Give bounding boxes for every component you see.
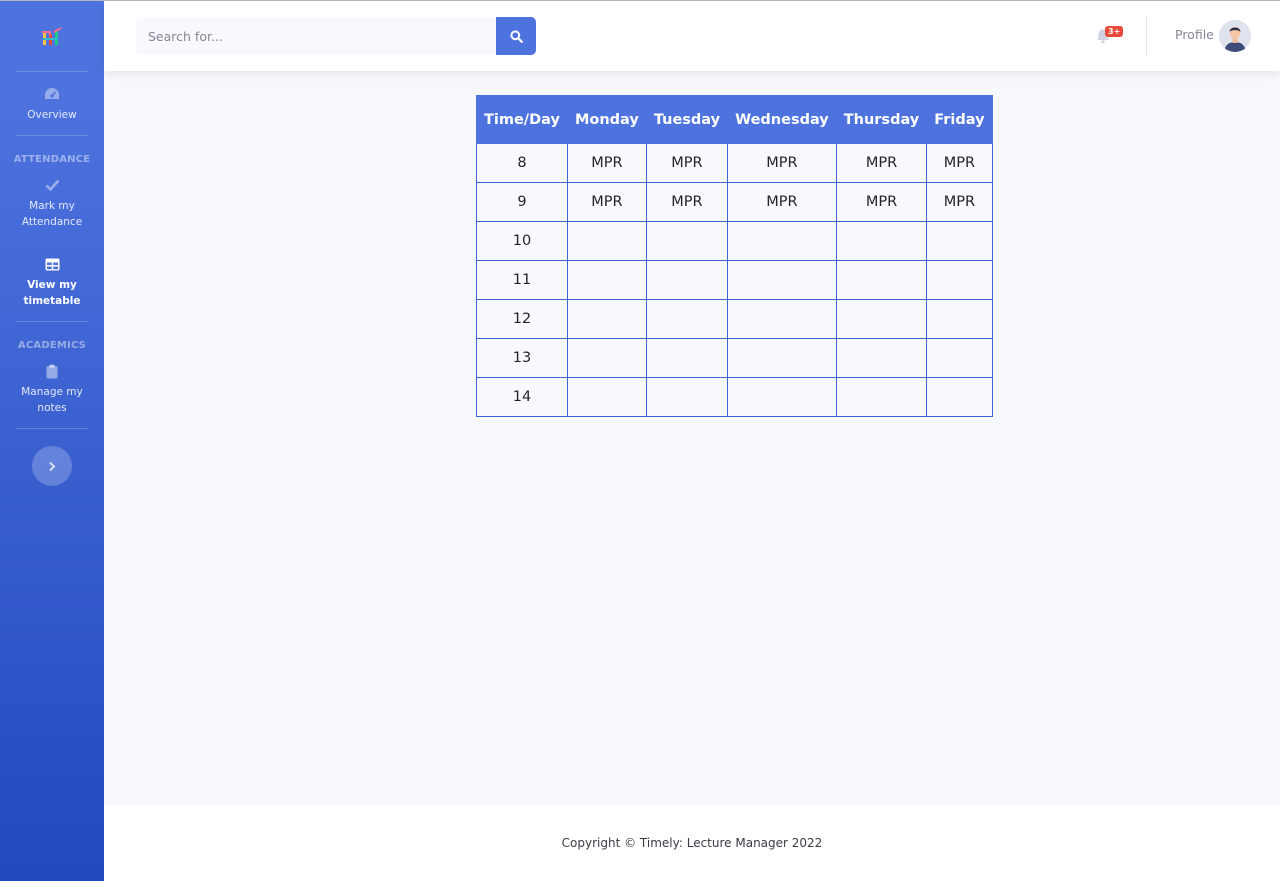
clipboard-icon (44, 363, 60, 379)
table-row: 11 (476, 260, 993, 300)
column-header-monday: Monday (566, 95, 647, 144)
time-cell: 11 (476, 260, 568, 300)
table-cell (835, 221, 928, 261)
window-top-border (0, 0, 1280, 1)
table-cell (727, 377, 837, 417)
table-cell (645, 260, 729, 300)
sidebar-item-label: View my timetable (23, 279, 81, 307)
time-cell: 9 (476, 182, 568, 222)
table-cell (835, 377, 928, 417)
sidebar-heading-attendance: ATTENDANCE (13, 154, 91, 165)
table-icon (44, 256, 60, 272)
topbar-divider (1146, 16, 1147, 56)
timetable-header-row: Time/Day Monday Tuesday Wednesday Thursd… (476, 95, 993, 144)
table-cell (566, 299, 647, 339)
table-cell (835, 338, 928, 378)
table-cell (926, 377, 993, 417)
column-header-tuesday: Tuesday (645, 95, 729, 144)
table-cell: MPR (926, 143, 993, 183)
column-header-wednesday: Wednesday (727, 95, 837, 144)
check-icon (44, 177, 60, 193)
column-header-friday: Friday (926, 95, 993, 144)
sidebar-toggle-button[interactable] (32, 446, 72, 486)
table-row: 14 (476, 377, 993, 417)
time-cell: 8 (476, 143, 568, 183)
table-cell (835, 299, 928, 339)
avatar[interactable] (1219, 20, 1251, 52)
footer: Copyright © Timely: Lecture Manager 2022 (104, 805, 1280, 881)
time-cell: 13 (476, 338, 568, 378)
table-cell (727, 221, 837, 261)
sidebar-item-overview[interactable]: Overview (0, 72, 104, 135)
search-icon (509, 29, 523, 43)
table-row: 13 (476, 338, 993, 378)
brand-logo[interactable] (0, 0, 104, 71)
table-cell (645, 377, 729, 417)
table-cell (926, 338, 993, 378)
avatar-image (1219, 20, 1251, 52)
dashboard-icon (44, 86, 60, 102)
table-cell (645, 299, 729, 339)
copyright-text: Copyright © Timely: Lecture Manager 2022 (561, 836, 823, 850)
table-cell (566, 338, 647, 378)
table-cell: MPR (835, 182, 928, 222)
sidebar-item-mark-attendance[interactable]: Mark my Attendance (0, 169, 104, 242)
sidebar-item-manage-notes[interactable]: Manage my notes (0, 355, 104, 428)
table-cell: MPR (645, 182, 729, 222)
profile-label[interactable]: Profile (1175, 27, 1214, 42)
table-cell: MPR (835, 143, 928, 183)
sidebar: Overview ATTENDANCE Mark my Attendance V… (0, 0, 104, 881)
time-cell: 12 (476, 299, 568, 339)
sidebar-item-label: Manage my notes (21, 386, 83, 414)
table-cell (645, 221, 729, 261)
table-cell: MPR (566, 182, 647, 222)
search-button[interactable] (496, 17, 536, 55)
table-cell (566, 221, 647, 261)
table-cell (926, 221, 993, 261)
table-row: 8 MPR MPR MPR MPR MPR (476, 143, 993, 183)
table-cell (926, 299, 993, 339)
column-header-thursday: Thursday (835, 95, 928, 144)
sidebar-item-label: Mark my Attendance (21, 200, 83, 228)
table-cell (727, 260, 837, 300)
table-cell (727, 338, 837, 378)
table-cell (566, 260, 647, 300)
table-cell: MPR (566, 143, 647, 183)
table-cell (645, 338, 729, 378)
search-input[interactable] (136, 17, 496, 55)
table-cell: MPR (926, 182, 993, 222)
time-cell: 14 (476, 377, 568, 417)
table-cell (727, 299, 837, 339)
table-cell (835, 260, 928, 300)
table-cell (926, 260, 993, 300)
table-row: 10 (476, 221, 993, 261)
notification-count-badge: 3+ (1105, 26, 1124, 37)
chevron-right-icon (49, 461, 56, 471)
sidebar-heading-academics: ACADEMICS (17, 340, 87, 351)
sidebar-toggle-wrapper (0, 429, 104, 486)
table-row: 9 MPR MPR MPR MPR MPR (476, 182, 993, 222)
table-cell: MPR (727, 143, 837, 183)
logo-icon (42, 26, 62, 45)
timetable: Time/Day Monday Tuesday Wednesday Thursd… (476, 95, 993, 417)
sidebar-item-view-timetable[interactable]: View my timetable (0, 242, 104, 321)
table-cell: MPR (727, 182, 837, 222)
table-row: 12 (476, 299, 993, 339)
time-cell: 10 (476, 221, 568, 261)
topbar: 3+ Profile (104, 1, 1280, 71)
sidebar-item-label: Overview (27, 109, 77, 121)
search-bar (136, 17, 536, 55)
column-header-time-day: Time/Day (476, 95, 568, 144)
table-cell: MPR (645, 143, 729, 183)
table-cell (566, 377, 647, 417)
